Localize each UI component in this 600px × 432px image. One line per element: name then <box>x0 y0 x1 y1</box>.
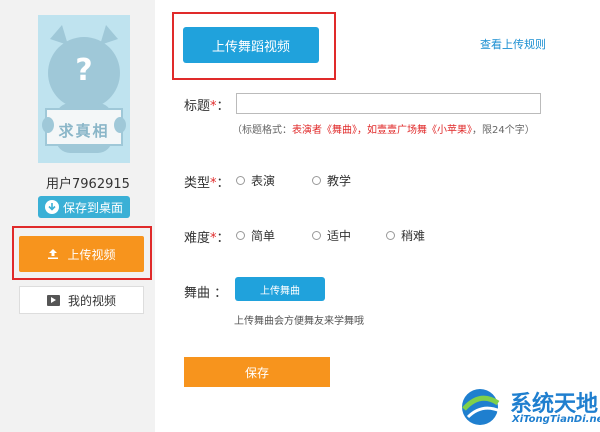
difficulty-option-label: 简单 <box>251 229 276 243</box>
my-videos-label: 我的视频 <box>67 293 116 308</box>
colon: ： <box>216 176 230 191</box>
difficulty-option-label: 适中 <box>327 229 352 243</box>
hint-example: 表演者《舞曲》，如壹壹广场舞《小苹果》 <box>292 125 472 136</box>
username: 用户7962915 <box>46 177 130 192</box>
title-label-row: 标题*： <box>184 95 230 114</box>
watermark-logo-icon <box>458 385 504 427</box>
difficulty-label: 难度 <box>184 231 211 246</box>
difficulty-label-row: 难度*： <box>184 227 230 246</box>
save-to-desktop-label: 保存到桌面 <box>62 200 123 215</box>
avatar: ? 求真相 <box>38 15 130 163</box>
difficulty-option-medium[interactable]: 适中 <box>312 227 351 244</box>
type-label-row: 类型*： <box>184 172 230 191</box>
save-to-desktop-button[interactable]: 保存到桌面 <box>38 196 130 218</box>
download-icon <box>44 200 59 214</box>
my-videos-button[interactable]: 我的视频 <box>19 286 144 314</box>
difficulty-option-hard[interactable]: 稍难 <box>386 227 425 244</box>
type-option-teaching[interactable]: 教学 <box>312 172 351 189</box>
song-note: 上传舞曲会方便舞友来学舞哦 <box>234 316 364 327</box>
upload-video-label: 上传视频 <box>67 247 116 262</box>
colon: ： <box>216 231 230 246</box>
hint-suffix: ，限24个字） <box>472 125 535 136</box>
difficulty-option-label: 稍难 <box>401 229 426 243</box>
type-option-label: 表演 <box>251 174 276 188</box>
title-label: 标题 <box>184 99 211 114</box>
song-label: 舞曲 ： <box>184 286 228 301</box>
save-button[interactable]: 保存 <box>184 357 330 387</box>
type-label: 类型 <box>184 176 211 191</box>
upload-icon <box>47 248 59 260</box>
view-upload-rules-link[interactable]: 查看上传规则 <box>480 36 546 52</box>
avatar-question-mark: ? <box>75 53 93 88</box>
watermark-url: XiTongTianDi.net <box>512 414 600 425</box>
radio-icon[interactable] <box>312 231 321 240</box>
upload-video-button[interactable]: 上传视频 <box>19 236 144 272</box>
type-option-label: 教学 <box>327 174 352 188</box>
avatar-caption: 求真相 <box>58 122 110 140</box>
type-option-performance[interactable]: 表演 <box>236 172 275 189</box>
play-icon <box>46 294 60 306</box>
title-input[interactable] <box>236 93 541 114</box>
colon: ： <box>216 99 230 114</box>
radio-icon[interactable] <box>312 176 321 185</box>
radio-icon[interactable] <box>236 231 245 240</box>
radio-icon[interactable] <box>386 231 395 240</box>
title-format-hint: （标题格式：表演者《舞曲》，如壹壹广场舞《小苹果》，限24个字） <box>232 121 535 136</box>
radio-icon[interactable] <box>236 176 245 185</box>
difficulty-option-easy[interactable]: 简单 <box>236 227 275 244</box>
upload-song-button[interactable]: 上传舞曲 <box>235 277 325 301</box>
upload-dance-video-button[interactable]: 上传舞蹈视频 <box>183 27 319 63</box>
hint-prefix: （标题格式： <box>232 125 292 136</box>
